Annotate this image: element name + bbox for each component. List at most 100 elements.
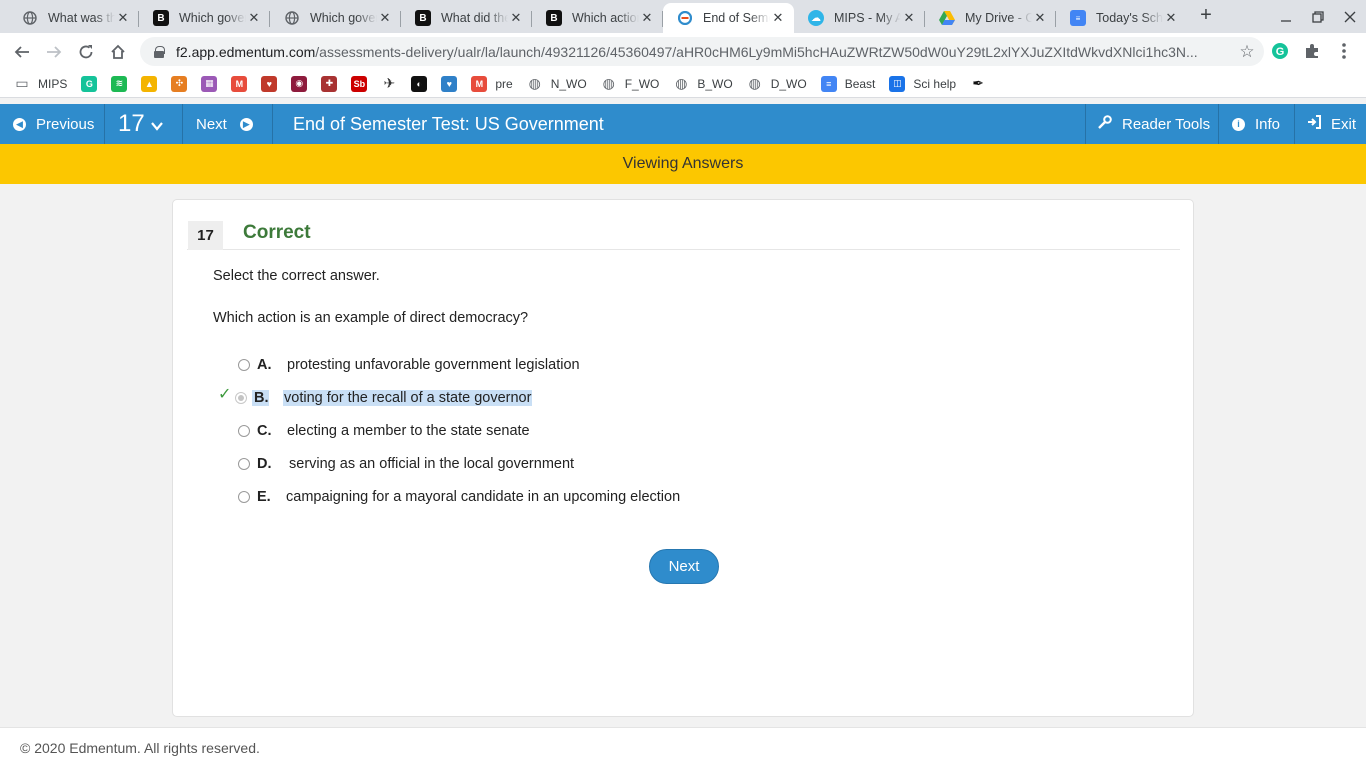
close-tab-icon[interactable]: ✕ [246, 10, 262, 26]
reload-icon[interactable] [72, 38, 100, 66]
next-nav-button[interactable]: Next ▶ [196, 104, 253, 144]
bookmark-item[interactable]: ◍ N_WO [527, 75, 587, 92]
browser-tab[interactable]: B Which gover ✕ [139, 3, 270, 33]
menu-kebab-icon[interactable] [1334, 41, 1354, 61]
bookmark-item[interactable]: Sb [351, 75, 368, 92]
question-number-badge: 17 [188, 221, 223, 250]
chevron-down-icon [150, 118, 163, 135]
next-label: Next [196, 115, 227, 133]
question-prompt: Which action is an example of direct dem… [213, 310, 529, 326]
close-tab-icon[interactable]: ✕ [508, 10, 524, 26]
wrench-icon [1098, 115, 1112, 133]
address-bar[interactable]: f2.app.edmentum.com/assessments-delivery… [140, 37, 1264, 66]
bookmark-item[interactable]: ♥ [441, 75, 458, 92]
browser-toolbar: f2.app.edmentum.com/assessments-delivery… [0, 33, 1366, 70]
swirl-icon: ◐ [411, 75, 428, 92]
close-tab-icon[interactable]: ✕ [115, 10, 131, 26]
next-button[interactable]: Next [649, 549, 719, 584]
browser-tab[interactable]: B Which action ✕ [532, 3, 663, 33]
answer-option-e[interactable]: E. campaigning for a mayoral candidate i… [238, 485, 680, 509]
answer-option-a[interactable]: A. protesting unfavorable government leg… [238, 353, 580, 377]
tab-title: End of Seme [703, 11, 770, 25]
browser-tab-strip: What was th ✕ B Which gover ✕ Which gove… [0, 0, 1366, 33]
tab-title: Which action [572, 11, 639, 25]
close-tab-icon[interactable]: ✕ [377, 10, 393, 26]
radio-button[interactable] [238, 359, 250, 371]
bookmark-item[interactable]: ✈ [381, 75, 397, 92]
globe-icon: ◍ [675, 75, 688, 91]
layout-icon: ◫ [889, 75, 906, 92]
minimize-icon[interactable] [1270, 0, 1302, 33]
option-letter: B. [252, 390, 269, 406]
home-icon[interactable] [104, 38, 132, 66]
bookmark-item[interactable]: ≋ [111, 75, 128, 92]
bookmark-label: Sci help [913, 76, 957, 91]
radio-button-selected[interactable] [235, 392, 247, 404]
browser-tab[interactable]: ≡ Today's Sch ✕ [1056, 3, 1187, 33]
bookmark-item[interactable]: ◍ F_WO [601, 75, 660, 92]
svg-text:G: G [1276, 46, 1285, 58]
globe-icon: ◍ [528, 75, 541, 91]
bookmark-item[interactable]: Mpre [471, 75, 513, 92]
bookmark-item[interactable]: ♥ [261, 75, 278, 92]
browser-tab[interactable]: My Drive - G ✕ [925, 3, 1056, 33]
grammarly-icon[interactable]: G [1270, 41, 1290, 61]
browser-tab[interactable]: B What did the ✕ [401, 3, 532, 33]
restore-icon[interactable] [1302, 0, 1334, 33]
close-tab-icon[interactable]: ✕ [770, 10, 786, 26]
bookmark-item[interactable]: ✣ [171, 75, 188, 92]
radio-button[interactable] [238, 458, 250, 470]
info-button[interactable]: i Info [1232, 104, 1280, 144]
google-docs-icon: ≡ [1070, 10, 1086, 26]
close-tab-icon[interactable]: ✕ [901, 10, 917, 26]
url-text[interactable]: f2.app.edmentum.com/assessments-delivery… [176, 44, 1230, 60]
bookmark-item[interactable]: ✒ [970, 75, 986, 92]
close-tab-icon[interactable]: ✕ [1163, 10, 1179, 26]
option-text: campaigning for a mayoral candidate in a… [286, 489, 681, 505]
bookmark-item[interactable]: ▲ [141, 75, 158, 92]
bookmark-item[interactable]: ◐ [411, 75, 428, 92]
answer-option-b[interactable]: B. voting for the recall of a state gove… [235, 386, 533, 410]
bookmark-item[interactable]: ◫ Sci help [889, 75, 957, 92]
option-text: voting for the recall of a state governo… [283, 390, 533, 406]
exit-button[interactable]: Exit [1307, 104, 1356, 144]
bookmark-item[interactable]: M [231, 75, 248, 92]
option-letter: D. [257, 456, 272, 472]
bookmark-item[interactable]: ✚ [321, 75, 338, 92]
radio-button[interactable] [238, 491, 250, 503]
close-tab-icon[interactable]: ✕ [639, 10, 655, 26]
close-tab-icon[interactable]: ✕ [1032, 10, 1048, 26]
feather-icon: ✒ [972, 75, 984, 91]
back-arrow-icon[interactable] [8, 38, 36, 66]
bookmark-item[interactable]: ≡ Beast [820, 75, 876, 92]
reader-tools-button[interactable]: Reader Tools [1098, 104, 1210, 144]
bookmark-item[interactable]: ◍ B_WO [673, 75, 732, 92]
extensions-puzzle-icon[interactable] [1302, 41, 1322, 61]
radio-button[interactable] [238, 425, 250, 437]
option-text: serving as an official in the local gove… [289, 456, 575, 472]
sb-icon: Sb [351, 75, 368, 92]
bookmark-label: F_WO [624, 76, 660, 91]
browser-tab-active[interactable]: End of Seme ✕ [663, 3, 794, 33]
browser-tab[interactable]: Which gover ✕ [270, 3, 401, 33]
close-window-icon[interactable] [1334, 0, 1366, 33]
previous-button[interactable]: ◀ Previous [13, 104, 94, 144]
bookmark-item[interactable]: G [81, 75, 98, 92]
browser-tab[interactable]: What was th ✕ [8, 3, 139, 33]
bookmark-item[interactable]: ◍ D_WO [747, 75, 807, 92]
answer-option-c[interactable]: C. electing a member to the state senate [238, 419, 530, 443]
browser-tab[interactable]: ☁ MIPS - My A ✕ [794, 3, 925, 33]
tab-title: MIPS - My A [834, 11, 901, 25]
new-tab-plus-icon[interactable]: + [1196, 5, 1216, 26]
option-letter: A. [257, 357, 272, 373]
bookmark-label: Beast [844, 76, 876, 91]
copyright-text: © 2020 Edmentum. All rights reserved. [20, 740, 260, 756]
bookmark-item[interactable]: ◉ [291, 75, 308, 92]
question-number-dropdown[interactable]: 17 [118, 104, 163, 144]
google-drive-icon [939, 10, 955, 26]
bookmark-item[interactable]: ▦ [201, 75, 218, 92]
forward-arrow-icon[interactable] [40, 38, 68, 66]
bookmark-item[interactable]: ▭ MIPS [14, 75, 67, 92]
bookmark-star-icon[interactable]: ☆ [1230, 42, 1264, 62]
answer-option-d[interactable]: D. serving as an official in the local g… [238, 452, 574, 476]
